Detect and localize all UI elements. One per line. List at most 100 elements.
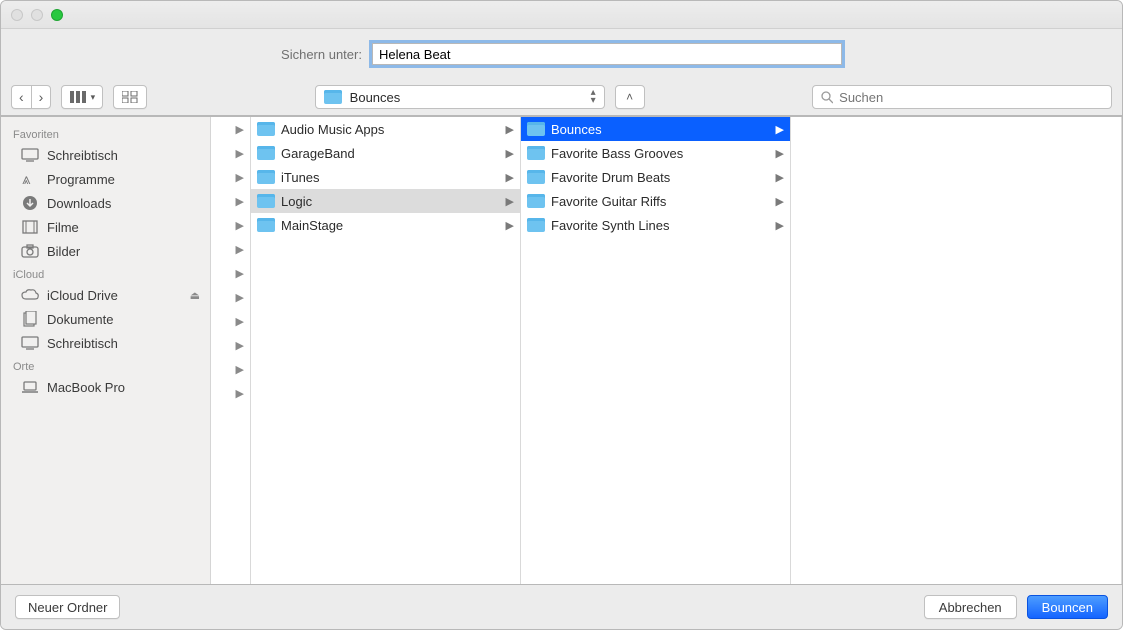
stub-row: ▶ xyxy=(211,237,250,261)
sidebar-item-label: Filme xyxy=(47,220,79,235)
chevron-right-icon: ▶ xyxy=(506,219,514,232)
chevron-right-icon: › xyxy=(39,89,44,105)
chevron-right-icon: ▶ xyxy=(776,171,784,184)
sidebar-item[interactable]: Schreibtisch xyxy=(1,143,210,167)
sidebar-item-label: iCloud Drive xyxy=(47,288,118,303)
search-field[interactable] xyxy=(812,85,1112,109)
chevron-up-icon: ˄ xyxy=(626,90,633,104)
chevron-right-icon: ▶ xyxy=(506,195,514,208)
folder-label: Favorite Guitar Riffs xyxy=(551,194,666,209)
folder-icon xyxy=(324,90,342,104)
stub-row: ▶ xyxy=(211,141,250,165)
folder-row[interactable]: MainStage ▶ xyxy=(251,213,520,237)
sidebar-item-label: Schreibtisch xyxy=(47,148,118,163)
folder-row[interactable]: Favorite Synth Lines▶ xyxy=(521,213,790,237)
back-button[interactable]: ‹ xyxy=(11,85,31,109)
sidebar-item[interactable]: ⩓ Programme xyxy=(1,167,210,191)
new-folder-button[interactable]: Neuer Ordner xyxy=(15,595,120,619)
toolbar: ‹ › ▾ Bounces ▴▾ ˄ xyxy=(1,79,1122,116)
folder-label: GarageBand xyxy=(281,146,355,161)
sidebar-item-label: Programme xyxy=(47,172,115,187)
save-as-label: Sichern unter: xyxy=(281,47,362,62)
path-selector-label: Bounces xyxy=(350,90,401,105)
folder-row[interactable]: Audio Music Apps▶ xyxy=(251,117,520,141)
save-as-input[interactable] xyxy=(372,43,842,65)
chevron-right-icon: ▶ xyxy=(236,123,244,136)
sidebar-item[interactable]: iCloud Drive ⏏ xyxy=(1,283,210,307)
pictures-icon xyxy=(21,242,39,260)
stub-row: ▶ xyxy=(211,285,250,309)
documents-icon xyxy=(21,310,39,328)
desktop-icon xyxy=(21,334,39,352)
folder-icon xyxy=(257,122,275,136)
search-input[interactable] xyxy=(839,90,1103,105)
sidebar-item[interactable]: Bilder xyxy=(1,239,210,263)
folder-row[interactable]: Logic▶ xyxy=(251,189,520,213)
chevron-right-icon: ▶ xyxy=(506,147,514,160)
chevron-down-icon: ▾ xyxy=(91,92,96,103)
chevron-right-icon: ▶ xyxy=(776,147,784,160)
folder-row[interactable]: Favorite Bass Grooves▶ xyxy=(521,141,790,165)
sidebar: Favoriten Schreibtisch ⩓ Programme Downloads… xyxy=(1,117,211,584)
apps-icon: ⩓ xyxy=(21,170,39,188)
chevron-right-icon: ▶ xyxy=(236,339,244,352)
stub-row: ▶ xyxy=(211,309,250,333)
folder-icon xyxy=(527,194,545,208)
confirm-button[interactable]: Bouncen xyxy=(1027,595,1108,619)
folder-row[interactable]: iTunes▶ xyxy=(251,165,520,189)
group-button[interactable] xyxy=(113,85,147,109)
chevron-right-icon: ▶ xyxy=(236,267,244,280)
folder-icon xyxy=(257,194,275,208)
folder-icon xyxy=(527,146,545,160)
chevron-right-icon: ▶ xyxy=(236,315,244,328)
stub-row: ▶ xyxy=(211,357,250,381)
desktop-icon xyxy=(21,146,39,164)
sidebar-item[interactable]: Downloads xyxy=(1,191,210,215)
close-window-button[interactable] xyxy=(11,9,23,21)
chevron-right-icon: ▶ xyxy=(236,195,244,208)
sidebar-item-label: Dokumente xyxy=(47,312,113,327)
save-as-row: Sichern unter: xyxy=(1,29,1122,79)
folder-icon xyxy=(527,122,545,136)
view-mode-button[interactable]: ▾ xyxy=(61,85,103,109)
folder-label: MainStage xyxy=(281,218,343,233)
forward-button[interactable]: › xyxy=(31,85,52,109)
sidebar-item-label: Downloads xyxy=(47,196,111,211)
column-3-empty xyxy=(791,117,1122,584)
save-dialog-window: Sichern unter: ‹ › ▾ Bounces ▴▾ ˄ Favori… xyxy=(0,0,1123,630)
stub-row: ▶ xyxy=(211,333,250,357)
folder-label: Favorite Drum Beats xyxy=(551,170,670,185)
chevron-right-icon: ▶ xyxy=(236,147,244,160)
folder-row[interactable]: GarageBand ▶ xyxy=(251,141,520,165)
path-selector[interactable]: Bounces ▴▾ xyxy=(315,85,605,109)
sidebar-section-header: iCloud xyxy=(1,263,210,283)
sidebar-item[interactable]: Schreibtisch xyxy=(1,331,210,355)
folder-icon xyxy=(257,170,275,184)
minimize-window-button[interactable] xyxy=(31,9,43,21)
zoom-window-button[interactable] xyxy=(51,9,63,21)
sidebar-item-label: MacBook Pro xyxy=(47,380,125,395)
column-view-icon xyxy=(70,91,88,103)
nav-buttons: ‹ › xyxy=(11,85,51,109)
cancel-button[interactable]: Abbrechen xyxy=(924,595,1017,619)
sidebar-section-header: Favoriten xyxy=(1,123,210,143)
downloads-icon xyxy=(21,194,39,212)
folder-row[interactable]: Favorite Guitar Riffs▶ xyxy=(521,189,790,213)
sidebar-item[interactable]: Dokumente xyxy=(1,307,210,331)
stub-row: ▶ xyxy=(211,213,250,237)
parent-folder-button[interactable]: ˄ xyxy=(615,85,645,109)
sidebar-item[interactable]: MacBook Pro xyxy=(1,375,210,399)
stub-row: ▶ xyxy=(211,165,250,189)
eject-icon[interactable]: ⏏ xyxy=(190,289,200,302)
folder-row[interactable]: Favorite Drum Beats ▶ xyxy=(521,165,790,189)
sidebar-item-label: Bilder xyxy=(47,244,80,259)
column-stub-0: ▶▶▶▶▶▶▶▶▶▶▶▶ xyxy=(211,117,251,584)
search-icon xyxy=(821,91,833,104)
footer: Neuer Ordner Abbrechen Bouncen xyxy=(1,584,1122,629)
chevron-right-icon: ▶ xyxy=(236,387,244,400)
updown-icon: ▴▾ xyxy=(591,89,596,105)
sidebar-section-header: Orte xyxy=(1,355,210,375)
sidebar-item[interactable]: Filme xyxy=(1,215,210,239)
folder-row[interactable]: Bounces▶ xyxy=(521,117,790,141)
column-1: Audio Music Apps▶ GarageBand ▶ iTunes▶Logic… xyxy=(251,117,521,584)
